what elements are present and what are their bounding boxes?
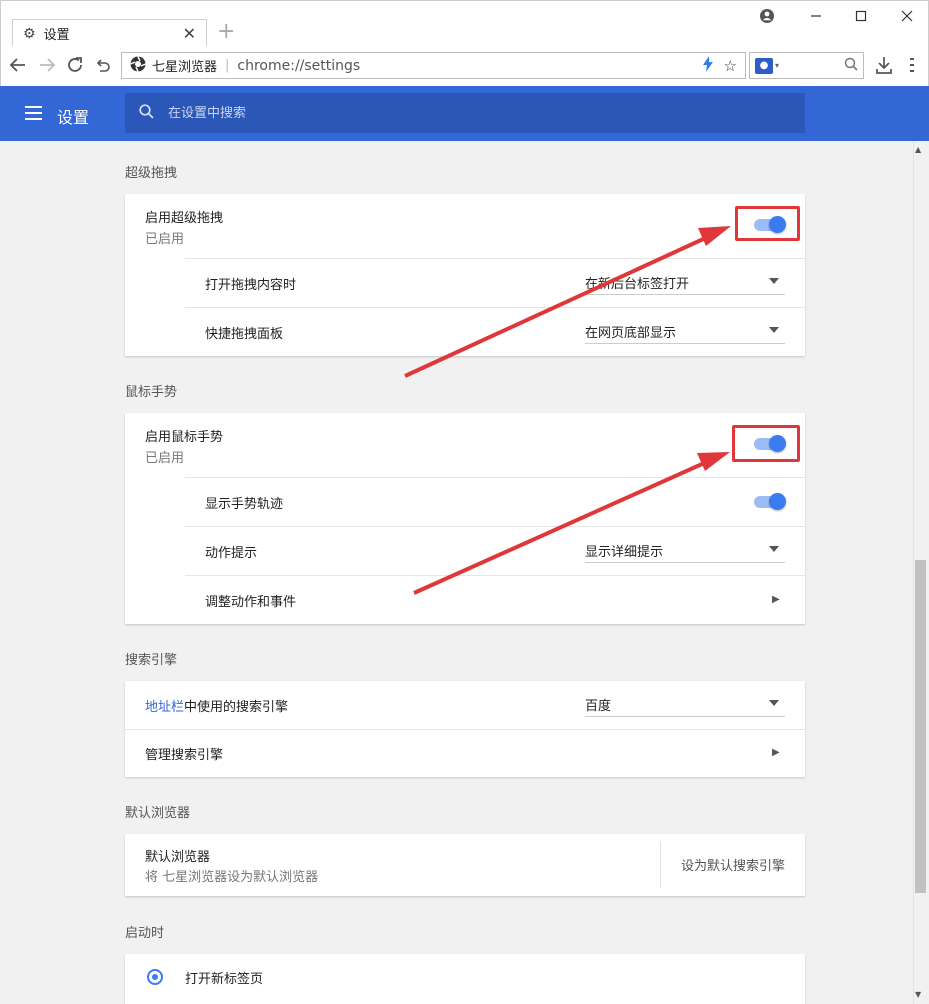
search-icon bbox=[139, 103, 154, 123]
gesture-card: 启用鼠标手势 已启用 显示手势轨迹 动作提示 显示详细提示 调整动作和事件 ▶ bbox=[125, 413, 805, 624]
gesture-adjust-label: 调整动作和事件 bbox=[205, 595, 297, 610]
annotation-highlight-box bbox=[735, 206, 800, 241]
default-browser-card: 默认浏览器 将 七星浏览器设为默认浏览器 设为默认搜索引擎 bbox=[125, 834, 805, 896]
chevron-right-icon: ▶ bbox=[772, 594, 780, 605]
browser-toolbar: 七星浏览器 | chrome://settings ☆ ● ▾ bbox=[0, 46, 929, 86]
section-title-gesture: 鼠标手势 bbox=[125, 385, 178, 400]
baidu-paw-icon[interactable]: ● bbox=[755, 57, 773, 74]
manage-search-row[interactable]: 管理搜索引擎 ▶ bbox=[125, 730, 805, 777]
gesture-hint-row: 动作提示 显示详细提示 bbox=[125, 527, 805, 575]
tab-settings[interactable]: ⚙ 设置 ✕ bbox=[12, 19, 207, 47]
gesture-trail-toggle[interactable] bbox=[754, 493, 786, 510]
address-separator: | bbox=[225, 58, 230, 73]
undo-close-icon[interactable] bbox=[91, 54, 113, 76]
chevron-down-icon bbox=[769, 278, 779, 284]
search-icon[interactable] bbox=[844, 57, 858, 75]
superdrag-enable-row[interactable]: 启用超级拖拽 已启用 bbox=[125, 194, 805, 258]
superdrag-card: 启用超级拖拽 已启用 打开拖拽内容时 在新后台标签打开 快捷拖拽面板 在网页底部… bbox=[125, 194, 805, 356]
address-bar[interactable]: 七星浏览器 | chrome://settings ☆ bbox=[121, 52, 746, 79]
gesture-enable-row[interactable]: 启用鼠标手势 已启用 bbox=[125, 413, 805, 477]
search-engine-label: 地址栏中使用的搜索引擎 bbox=[145, 696, 288, 715]
tab-close-icon[interactable]: ✕ bbox=[183, 24, 196, 43]
default-browser-sub: 将 七星浏览器设为默认浏览器 bbox=[145, 870, 319, 885]
chevron-right-icon: ▶ bbox=[772, 747, 780, 758]
search-engine-card: 地址栏中使用的搜索引擎 百度 管理搜索引擎 ▶ bbox=[125, 681, 805, 777]
manage-search-label: 管理搜索引擎 bbox=[145, 748, 224, 763]
toolbar-search-box[interactable]: ● ▾ bbox=[749, 52, 864, 79]
reload-icon[interactable] bbox=[64, 54, 86, 76]
divider bbox=[660, 842, 661, 888]
annotation-highlight-box bbox=[732, 425, 800, 462]
section-title-search: 搜索引擎 bbox=[125, 653, 178, 668]
open-drag-label: 打开拖拽内容时 bbox=[205, 278, 297, 293]
quick-panel-label: 快捷拖拽面板 bbox=[205, 327, 284, 342]
gesture-enable-status: 已启用 bbox=[145, 451, 185, 466]
chevron-down-icon bbox=[769, 700, 779, 706]
gesture-trail-label: 显示手势轨迹 bbox=[205, 497, 284, 512]
open-drag-row: 打开拖拽内容时 在新后台标签打开 bbox=[125, 259, 805, 307]
back-icon[interactable] bbox=[7, 54, 29, 76]
lightning-icon[interactable] bbox=[702, 55, 714, 76]
superdrag-enable-label: 启用超级拖拽 bbox=[145, 211, 224, 226]
title-bar: ⚙ 设置 ✕ + bbox=[0, 0, 929, 47]
section-title-superdrag: 超级拖拽 bbox=[125, 166, 178, 181]
hamburger-menu-icon[interactable] bbox=[25, 106, 42, 120]
bookmark-star-icon[interactable]: ☆ bbox=[724, 57, 737, 75]
startup-card: 打开新标签页 bbox=[125, 954, 805, 1004]
quick-panel-select[interactable]: 在网页底部显示 bbox=[585, 318, 785, 344]
maximize-icon[interactable] bbox=[841, 5, 881, 27]
browser-logo-icon bbox=[130, 55, 146, 76]
gesture-adjust-row[interactable]: 调整动作和事件 ▶ bbox=[125, 576, 805, 624]
settings-search-bar[interactable] bbox=[125, 93, 805, 133]
browser-brand: 七星浏览器 bbox=[152, 60, 218, 75]
quick-panel-row: 快捷拖拽面板 在网页底部显示 bbox=[125, 308, 805, 356]
set-default-button[interactable]: 设为默认搜索引擎 bbox=[681, 855, 785, 874]
chevron-down-icon bbox=[769, 546, 779, 552]
close-window-icon[interactable] bbox=[887, 5, 927, 27]
open-drag-value: 在新后台标签打开 bbox=[585, 277, 690, 292]
page-title: 设置 bbox=[57, 108, 90, 127]
startup-option-label: 打开新标签页 bbox=[185, 972, 264, 987]
settings-search-input[interactable] bbox=[168, 105, 768, 121]
tab-title: 设置 bbox=[43, 28, 70, 43]
search-engine-select[interactable]: 百度 bbox=[585, 691, 785, 717]
superdrag-enable-status: 已启用 bbox=[145, 232, 185, 247]
gesture-hint-label: 动作提示 bbox=[205, 546, 258, 561]
new-tab-button[interactable]: + bbox=[217, 21, 235, 43]
search-engine-label-rest: 中使用的搜索引擎 bbox=[184, 700, 289, 715]
address-url[interactable]: chrome://settings bbox=[237, 58, 691, 74]
default-browser-label: 默认浏览器 bbox=[145, 850, 211, 865]
search-engine-row: 地址栏中使用的搜索引擎 百度 bbox=[125, 681, 805, 729]
gesture-trail-row[interactable]: 显示手势轨迹 bbox=[125, 478, 805, 526]
gesture-enable-label: 启用鼠标手势 bbox=[145, 430, 224, 445]
download-icon[interactable] bbox=[873, 54, 895, 76]
gear-icon: ⚙ bbox=[23, 25, 36, 42]
profile-icon[interactable] bbox=[747, 5, 787, 27]
gesture-hint-select[interactable]: 显示详细提示 bbox=[585, 537, 785, 563]
forward-icon[interactable] bbox=[36, 54, 58, 76]
search-engine-value: 百度 bbox=[585, 699, 612, 714]
menu-more-icon[interactable] bbox=[901, 54, 923, 76]
section-title-default-browser: 默认浏览器 bbox=[125, 806, 191, 821]
chevron-down-icon bbox=[769, 327, 779, 333]
open-drag-select[interactable]: 在新后台标签打开 bbox=[585, 269, 785, 295]
gesture-hint-value: 显示详细提示 bbox=[585, 545, 664, 560]
settings-content: 超级拖拽 启用超级拖拽 已启用 打开拖拽内容时 在新后台标签打开 快捷拖拽面板 … bbox=[0, 141, 913, 1004]
minimize-icon[interactable] bbox=[796, 5, 836, 27]
scrollbar-thumb[interactable] bbox=[915, 560, 926, 893]
scroll-up-icon[interactable]: ▲ bbox=[915, 145, 921, 154]
startup-radio-new-tab[interactable] bbox=[147, 969, 163, 985]
section-title-startup: 启动时 bbox=[125, 926, 165, 941]
settings-header: 设置 bbox=[0, 86, 929, 141]
scroll-down-icon[interactable]: ▼ bbox=[915, 990, 921, 999]
quick-panel-value: 在网页底部显示 bbox=[585, 326, 677, 341]
address-bar-link[interactable]: 地址栏 bbox=[145, 700, 184, 715]
search-engine-dropdown-icon[interactable]: ▾ bbox=[775, 61, 844, 70]
